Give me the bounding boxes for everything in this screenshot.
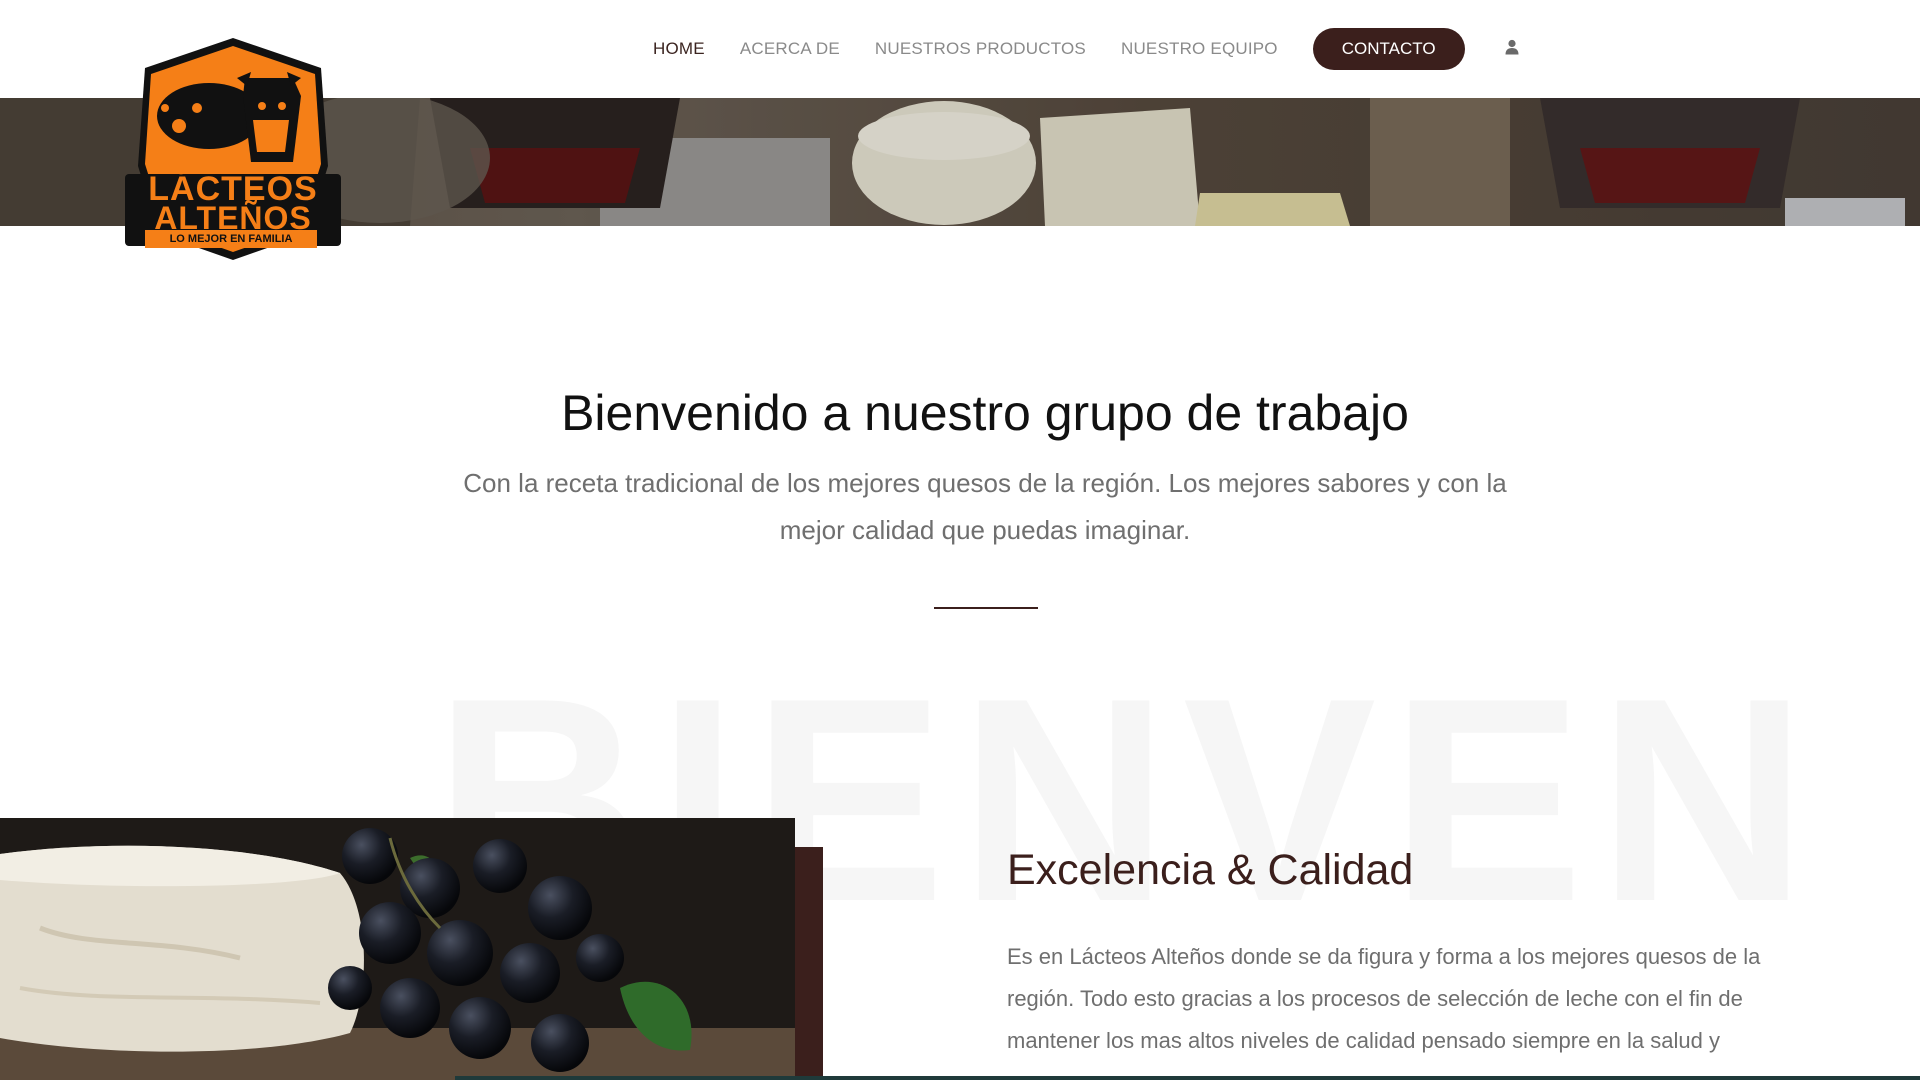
feature-title: Excelencia & Calidad <box>1007 846 1414 894</box>
logo-line2: ALTEÑOS <box>154 200 312 236</box>
nav-home[interactable]: HOME <box>653 39 705 59</box>
welcome-description: Con la receta tradicional de los mejores… <box>463 468 1507 545</box>
main-nav: HOME ACERCA DE NUESTROS PRODUCTOS NUESTR… <box>653 28 1521 70</box>
logo-tagline: LO MEJOR EN FAMILIA <box>169 233 293 245</box>
feature-description: Es en Lácteos Alteños donde se da figura… <box>1007 944 1761 1053</box>
nav-acerca-de[interactable]: ACERCA DE <box>740 39 840 59</box>
cheese-grapes-photo <box>0 818 795 1080</box>
user-glyph <box>1505 39 1519 54</box>
nav-nuestro-equipo[interactable]: NUESTRO EQUIPO <box>1121 39 1278 59</box>
contacto-button[interactable]: CONTACTO <box>1312 28 1465 70</box>
bottom-accent-line <box>455 1076 1920 1080</box>
brand-logo[interactable]: LÁCTEOS ALTEÑOS LO MEJOR EN FAMILIA <box>125 34 341 262</box>
user-icon[interactable] <box>1503 38 1521 61</box>
cheese-grapes-image <box>0 818 795 1080</box>
section-divider <box>934 607 1038 609</box>
nav-nuestros-productos[interactable]: NUESTROS PRODUCTOS <box>875 39 1086 59</box>
feature-accent-block <box>795 847 823 1080</box>
welcome-title: Bienvenido a nuestro grupo de trabajo <box>561 385 1409 441</box>
